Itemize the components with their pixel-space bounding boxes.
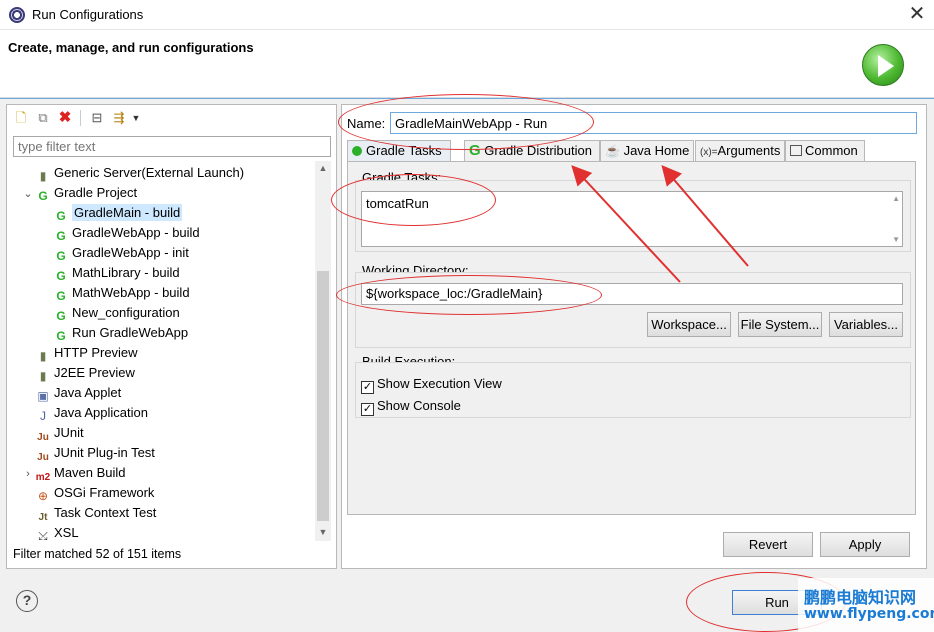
arrow-to-gradle-distribution (571, 165, 681, 283)
watermark-url: www.flypeng.com (804, 606, 934, 622)
arrow-to-java-home (661, 164, 749, 267)
annotation-arrows (571, 164, 749, 283)
watermark-title: 鹏鹏电脑知识网 (804, 588, 917, 607)
